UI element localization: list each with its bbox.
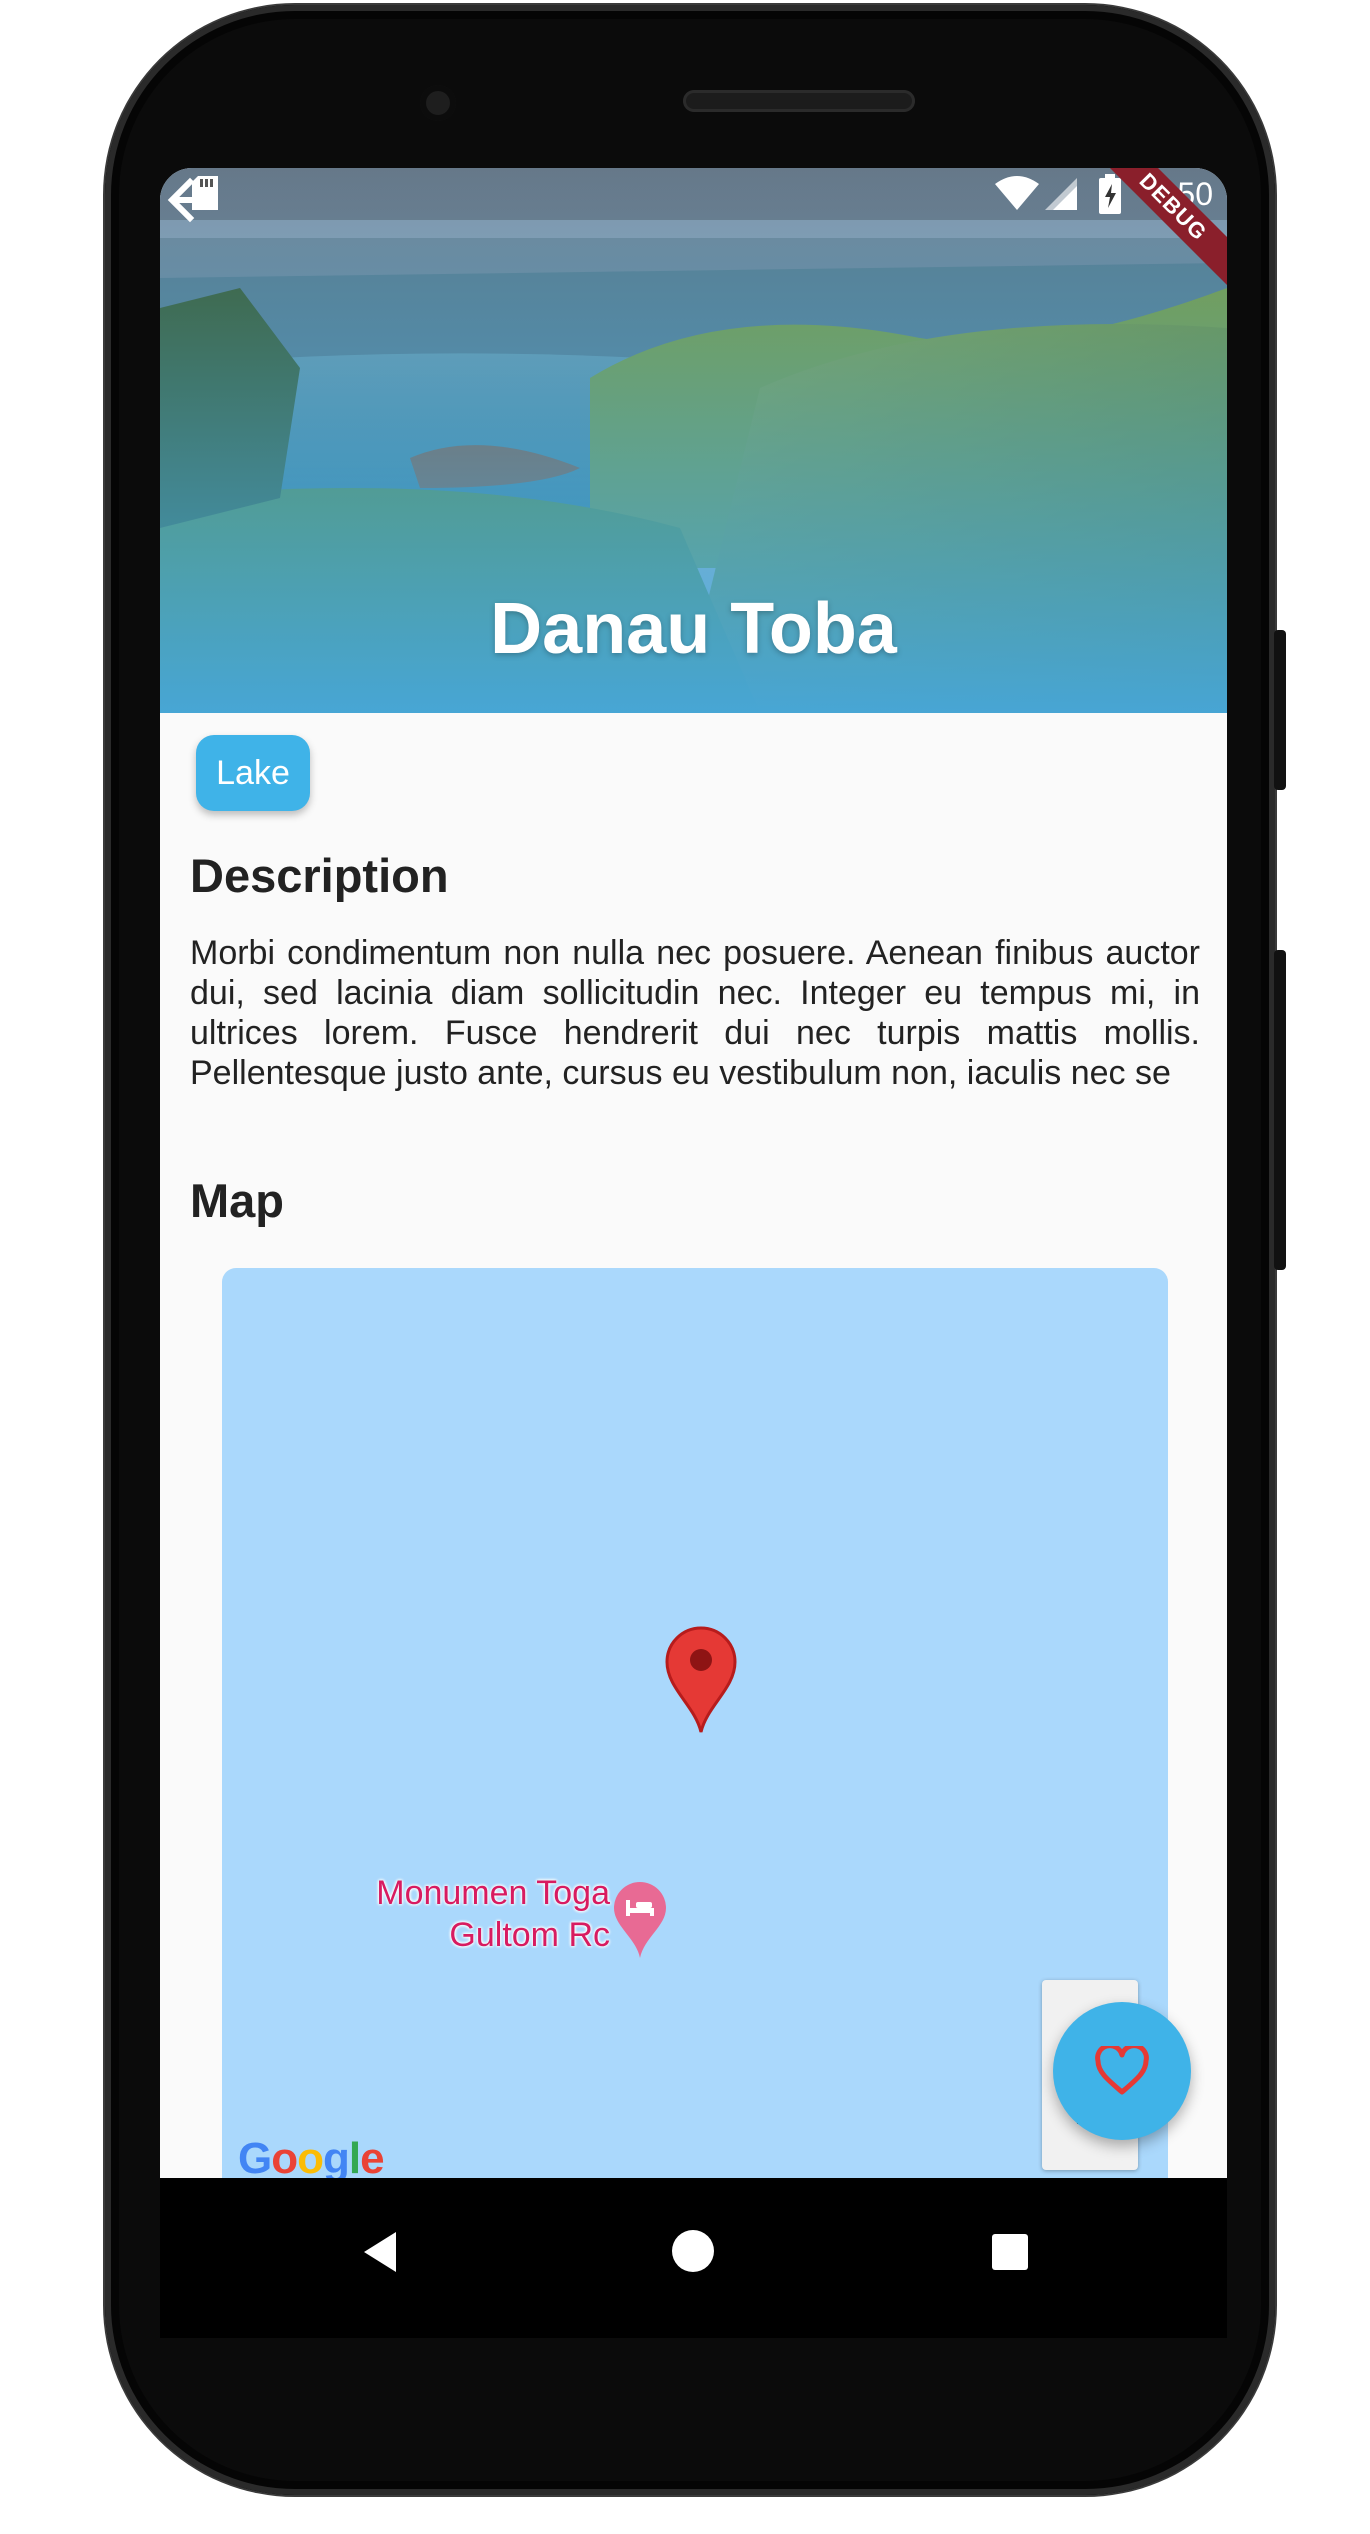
volume-button <box>1274 950 1286 1270</box>
hero-header: 3:50 DEBUG Danau Toba <box>160 168 1227 713</box>
wifi-icon <box>995 176 1039 210</box>
map-heading: Map <box>190 1174 284 1227</box>
front-camera <box>420 85 456 121</box>
battery-charging-icon <box>1099 174 1121 214</box>
power-button <box>1274 630 1286 790</box>
heart-outline-icon <box>1095 2046 1149 2095</box>
system-navigation-bar <box>160 2178 1227 2338</box>
description-text: Morbi condimentum non nulla nec posuere.… <box>190 934 1200 1092</box>
category-chip[interactable]: Lake <box>196 735 310 811</box>
status-bar: 3:50 DEBUG <box>160 168 1227 290</box>
nav-home-icon[interactable] <box>670 2228 716 2274</box>
hotel-marker-icon[interactable] <box>612 1880 668 1960</box>
back-arrow-icon[interactable] <box>160 168 224 232</box>
poi-label-line1: Monumen Toga <box>376 1874 610 1912</box>
poi-label-line2: Gultom Rc <box>449 1916 610 1954</box>
place-title: Danau Toba <box>490 589 897 669</box>
cell-signal-icon <box>1045 178 1077 210</box>
nav-back-icon[interactable] <box>360 2230 400 2274</box>
location-marker-icon[interactable] <box>665 1626 737 1734</box>
google-attribution-logo: Google <box>238 2134 385 2178</box>
map-view[interactable]: Monumen Toga Gultom Rc + − Google <box>222 1268 1168 2178</box>
favorite-button[interactable] <box>1053 2002 1191 2140</box>
description-heading: Description <box>190 849 449 902</box>
app-screen: 3:50 DEBUG Danau Toba Lake Description M… <box>160 168 1227 2178</box>
earpiece-speaker <box>683 90 915 112</box>
poi-label[interactable]: Monumen Toga Gultom Rc <box>360 1872 610 1956</box>
nav-recents-icon[interactable] <box>990 2232 1030 2272</box>
